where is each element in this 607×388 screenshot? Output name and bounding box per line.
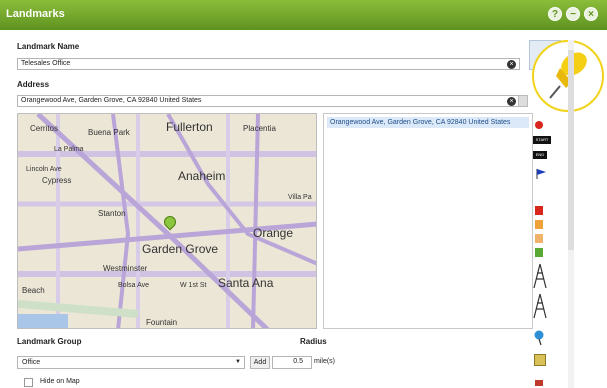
landmark-group-label: Landmark Group bbox=[17, 337, 82, 346]
city-label: Westminster bbox=[103, 264, 148, 273]
clear-address-icon[interactable]: × bbox=[507, 97, 516, 106]
end-flag-icon[interactable]: END bbox=[533, 151, 547, 159]
location-pin-icon[interactable] bbox=[533, 330, 545, 346]
scrollbar-thumb[interactable] bbox=[568, 50, 574, 250]
red-marker-icon[interactable] bbox=[535, 206, 543, 215]
address-label: Address bbox=[17, 80, 50, 89]
street-label: Lincoln Ave bbox=[26, 166, 62, 173]
city-label: La Palma bbox=[54, 146, 84, 153]
blue-flag-icon[interactable] bbox=[535, 168, 546, 179]
address-input[interactable]: Orangewood Ave, Garden Grove, CA 92840 U… bbox=[17, 95, 520, 107]
help-button[interactable]: ? bbox=[548, 7, 562, 21]
city-label: Fullerton bbox=[166, 120, 213, 134]
hide-on-map-label: Hide on Map bbox=[40, 378, 80, 385]
add-group-button[interactable]: Add bbox=[250, 356, 270, 369]
landmark-group-value: Office bbox=[22, 359, 41, 366]
radius-unit: mile(s) bbox=[314, 358, 335, 365]
city-label: Villa Pa bbox=[288, 194, 312, 201]
city-label: Orange bbox=[253, 226, 294, 240]
result-item[interactable]: Orangewood Ave, Garden Grove, CA 92840 U… bbox=[327, 117, 529, 128]
map-view[interactable]: Cerritos Buena Park Fullerton Placentia … bbox=[17, 113, 317, 329]
note-icon[interactable] bbox=[534, 354, 546, 366]
start-flag-icon[interactable]: START bbox=[533, 136, 551, 144]
tower-icon-2[interactable] bbox=[532, 293, 548, 319]
city-label: Cypress bbox=[42, 176, 72, 185]
orange-box-icon[interactable] bbox=[535, 234, 543, 243]
orange-marker-icon[interactable] bbox=[535, 220, 543, 229]
minimize-button[interactable]: − bbox=[566, 7, 580, 21]
radius-label: Radius bbox=[300, 337, 327, 346]
landmark-name-input[interactable]: Telesales Office bbox=[17, 58, 520, 70]
city-label: Stanton bbox=[98, 209, 126, 218]
street-label: Bolsa Ave bbox=[118, 282, 150, 289]
city-label: Placentia bbox=[243, 124, 276, 133]
street-label: W 1st St bbox=[180, 282, 207, 289]
city-label: Fountain bbox=[146, 318, 178, 327]
green-marker-icon[interactable] bbox=[535, 248, 543, 257]
red-cross-icon[interactable] bbox=[535, 380, 543, 386]
vertical-scrollbar[interactable] bbox=[568, 40, 574, 388]
tower-icon[interactable] bbox=[532, 263, 548, 289]
city-label: Buena Park bbox=[88, 128, 130, 137]
chevron-down-icon: ▼ bbox=[235, 359, 241, 365]
window-title: Landmarks bbox=[6, 8, 65, 20]
hide-on-map-checkbox[interactable] bbox=[24, 378, 33, 387]
close-button[interactable]: × bbox=[584, 7, 598, 21]
city-label: Santa Ana bbox=[218, 276, 274, 290]
landmark-name-label: Landmark Name bbox=[17, 42, 80, 51]
clear-name-icon[interactable]: × bbox=[507, 60, 516, 69]
city-label: Cerritos bbox=[30, 124, 59, 133]
city-label: Garden Grove bbox=[142, 242, 219, 256]
address-results-list: Orangewood Ave, Garden Grove, CA 92840 U… bbox=[323, 113, 533, 329]
red-dot-icon[interactable] bbox=[535, 121, 543, 129]
landmark-group-select[interactable]: Office ▼ bbox=[17, 356, 245, 369]
city-label: Anaheim bbox=[178, 169, 226, 183]
window-title-bar: Landmarks ? − × bbox=[0, 0, 607, 30]
radius-input[interactable]: 0.5 bbox=[272, 356, 312, 369]
city-label: Beach bbox=[22, 286, 45, 295]
